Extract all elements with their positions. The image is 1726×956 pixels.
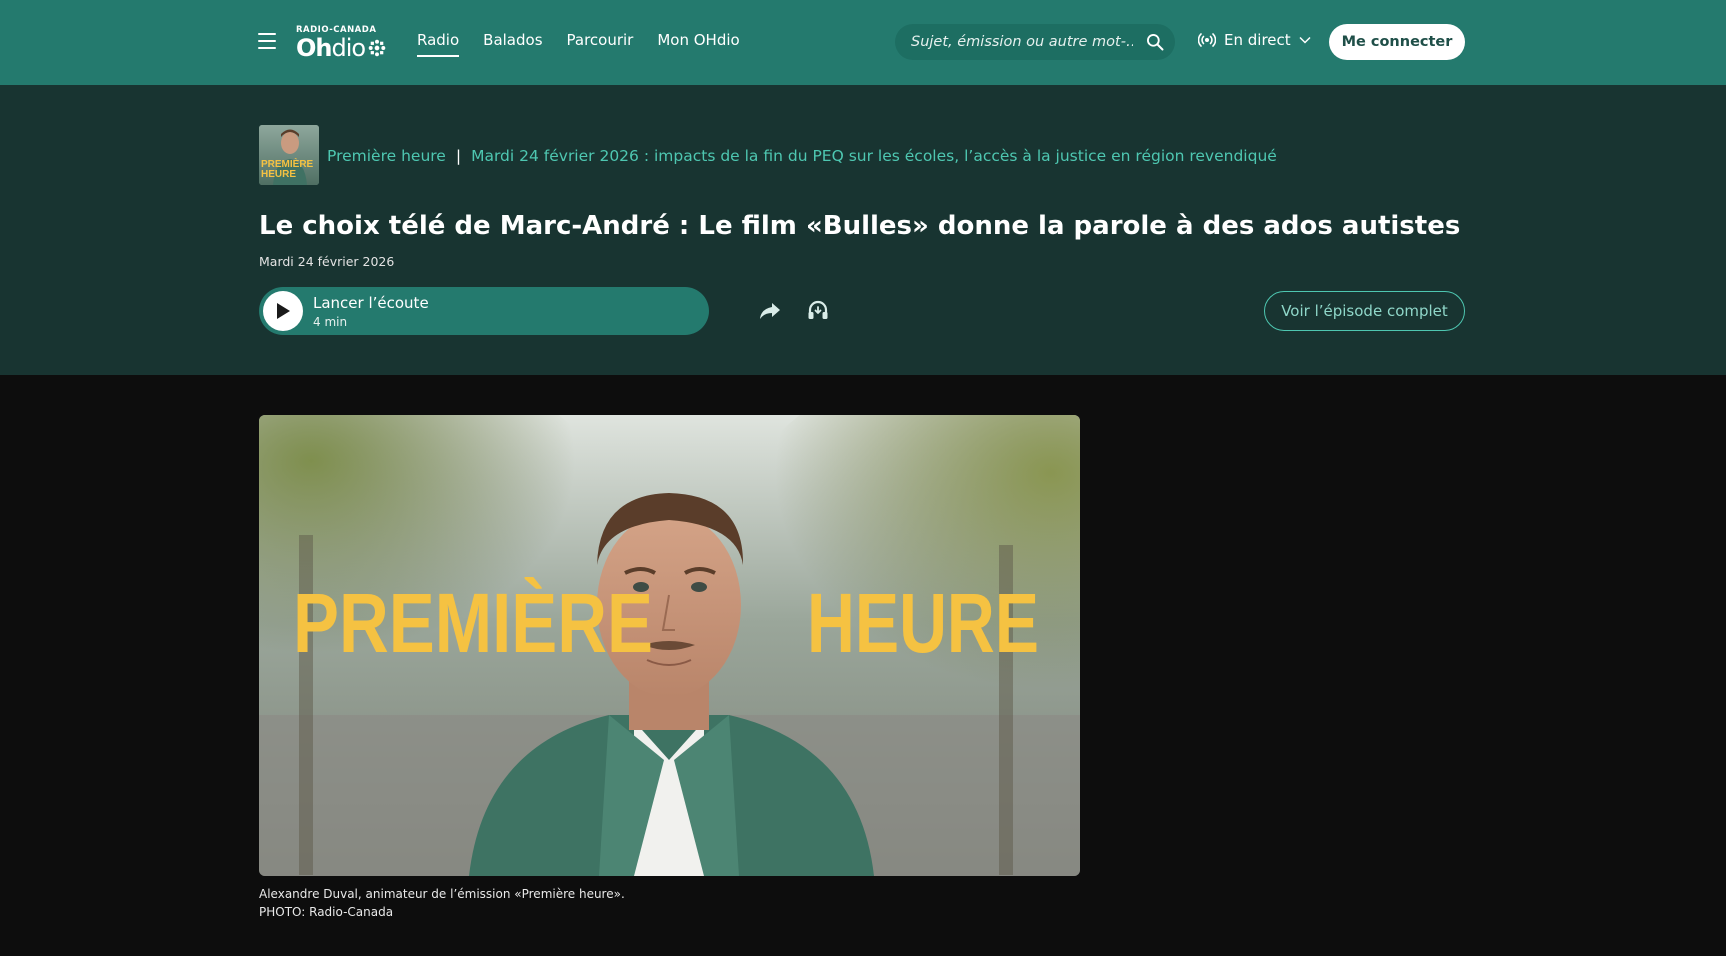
menu-icon[interactable] [258,33,276,49]
episode-image: PREMIÈRE HEURE [259,415,1080,876]
episode-link[interactable]: Mardi 24 février 2026 : impacts de la fi… [471,147,1277,165]
show-name-link[interactable]: Première heure [327,147,446,165]
nav-radio[interactable]: Radio [417,31,460,57]
search-box [895,24,1175,60]
episode-hero: PREMIÈRE HEURE Première heure | Mardi 24… [0,85,1726,375]
headphones-icon[interactable] [806,298,830,322]
play-button[interactable]: Lancer l’écoute 4 min [259,287,709,335]
show-thumbnail-image: PREMIÈRE HEURE [259,125,319,185]
photo-credit: PHOTO: Radio-Canada [259,905,394,919]
page-title: Le choix télé de Marc-André : Le film «B… [259,211,1461,241]
top-navigation-bar: RADIO-CANADA Oh dio Radio Balados Parcour… [0,0,1726,85]
nav-parcourir[interactable]: Parcourir [567,31,634,57]
image-title-right: HEURE [807,576,1039,670]
play-icon [263,291,303,331]
chevron-down-icon [1299,36,1311,44]
live-label: En direct [1224,31,1291,49]
logo-oh-text: Oh [296,34,332,62]
image-caption: Alexandre Duval, animateur de l’émission… [259,885,625,921]
audio-duration: 4 min [313,314,348,329]
publish-date: Mardi 24 février 2026 [259,254,395,269]
play-label: Lancer l’écoute [313,293,429,312]
show-thumbnail[interactable]: PREMIÈRE HEURE [259,125,319,185]
live-dropdown[interactable]: En direct [1198,31,1311,49]
full-episode-button[interactable]: Voir l’épisode complet [1264,291,1465,331]
broadcast-icon [1198,33,1216,47]
connect-button[interactable]: Me connecter [1329,24,1465,60]
svg-text:HEURE: HEURE [261,169,296,180]
nav-mon-ohdio[interactable]: Mon OHdio [657,31,739,57]
nav-balados[interactable]: Balados [483,31,542,57]
caption-text: Alexandre Duval, animateur de l’émission… [259,887,625,901]
logo-dio-text: dio [331,34,367,62]
breadcrumb: Première heure | Mardi 24 février 2026 :… [327,147,1277,165]
image-title-left: PREMIÈRE [293,576,653,670]
main-nav: Radio Balados Parcourir Mon OHdio [417,31,764,57]
host-photo: PREMIÈRE HEURE [259,415,1080,876]
breadcrumb-separator: | [455,147,462,165]
ohdio-logo[interactable]: RADIO-CANADA Oh dio [296,25,390,61]
radio-canada-gem-icon [368,39,386,57]
share-icon[interactable] [758,299,782,323]
search-input[interactable] [911,34,1133,50]
search-icon[interactable] [1145,32,1165,52]
